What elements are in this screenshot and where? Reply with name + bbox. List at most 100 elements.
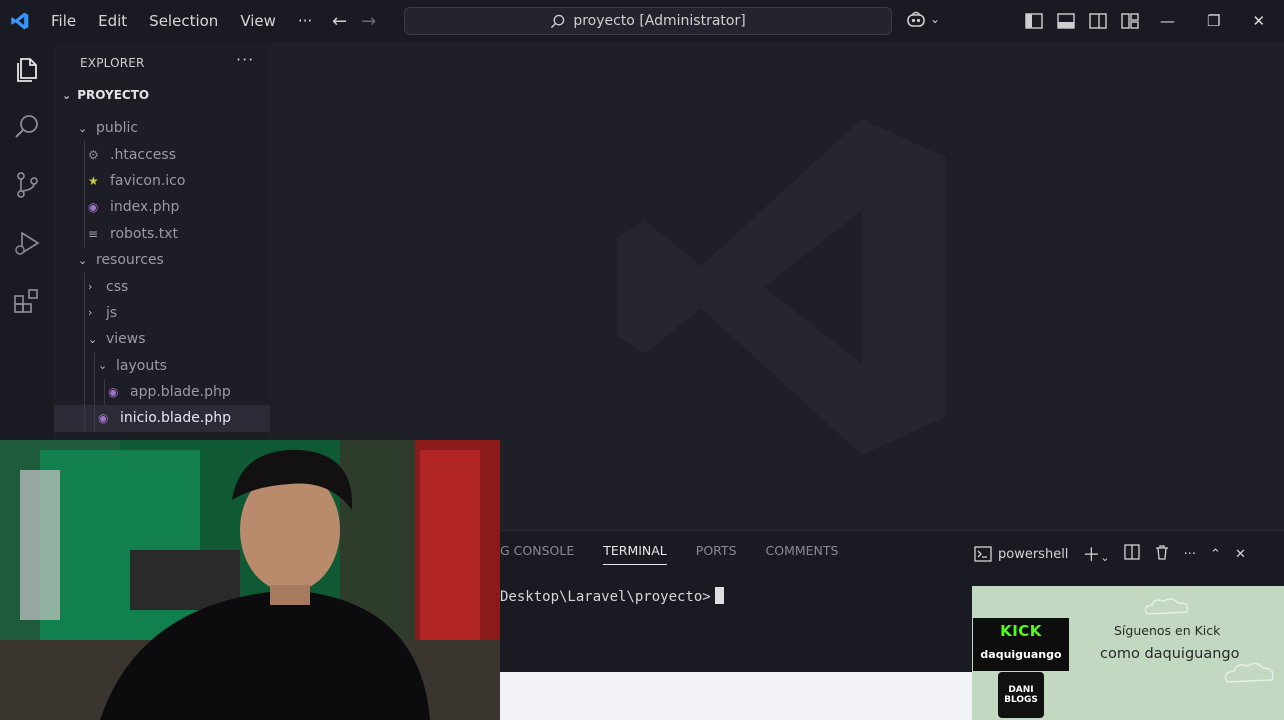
terminal-icon: [974, 546, 992, 562]
tree-item-label: resources: [96, 252, 164, 269]
text-file-icon: ≡: [88, 226, 99, 241]
activity-bar: [0, 42, 54, 442]
tree-item[interactable]: ⚙ .htaccess: [54, 141, 270, 168]
file-tree: ⌄ public ⚙ .htaccess ★ favicon.ico ◉ index.php ≡…: [54, 115, 270, 432]
menu-bar: File Edit Selection View ···: [40, 0, 323, 42]
search-icon: [551, 14, 565, 28]
extensions-icon[interactable]: [12, 286, 42, 316]
kick-follow-line2: como daquiguango: [1100, 646, 1240, 662]
kick-brand: KICK: [1000, 622, 1042, 640]
trash-icon[interactable]: [1154, 544, 1170, 564]
more-actions-icon[interactable]: ···: [1184, 547, 1196, 562]
window-controls: — ❐ ✕: [1160, 0, 1265, 42]
cloud-decoration-icon: [1224, 662, 1274, 683]
indent-guide: [104, 378, 105, 406]
menu-selection[interactable]: Selection: [138, 0, 229, 42]
indent-guide: [94, 378, 95, 406]
menu-more[interactable]: ···: [287, 0, 323, 42]
minimize-icon[interactable]: —: [1160, 12, 1175, 30]
indent-guide: [84, 141, 85, 168]
search-view-icon[interactable]: [12, 112, 42, 142]
restore-icon[interactable]: ❐: [1207, 12, 1220, 30]
customize-layout-icon[interactable]: [1120, 11, 1140, 31]
source-control-icon[interactable]: [12, 170, 42, 200]
copilot-icon: [907, 11, 925, 27]
tree-item[interactable]: › js: [54, 299, 270, 327]
menu-view[interactable]: View: [229, 0, 287, 42]
tree-item[interactable]: ◉ index.php: [54, 194, 270, 221]
tree-item[interactable]: ★ favicon.ico: [54, 167, 270, 195]
indent-guide: [84, 167, 85, 195]
chevron-right-icon: ›: [88, 306, 93, 320]
tree-item-label: js: [106, 304, 118, 321]
indent-guide: [84, 220, 85, 247]
explorer-more-button[interactable]: ···: [236, 50, 254, 69]
tree-item[interactable]: ⌄ views: [54, 326, 270, 353]
tree-item-label: public: [96, 120, 139, 137]
tree-item-label: views: [106, 331, 146, 348]
webcam-image: [0, 440, 500, 720]
terminal-shell-selector[interactable]: powershell: [974, 546, 1068, 562]
menu-file[interactable]: File: [40, 0, 87, 42]
maximize-panel-icon[interactable]: ⌃: [1210, 547, 1221, 562]
toggle-primary-sidebar-icon[interactable]: [1024, 11, 1044, 31]
php-file-icon: ◉: [98, 411, 109, 426]
menu-edit[interactable]: Edit: [87, 0, 138, 42]
kick-banner: KICK daquiguango DANI BLOGS Síguenos en …: [972, 586, 1284, 720]
kick-badge: KICK daquiguango: [973, 618, 1069, 671]
indent-guide: [84, 273, 85, 300]
tab-comments[interactable]: COMMENTS: [766, 543, 839, 565]
workspace-root[interactable]: ⌄ PROYECTO: [62, 88, 149, 102]
command-center-text: proyecto [Administrator]: [573, 13, 746, 29]
chevron-down-icon: ⌄: [78, 253, 88, 267]
terminal-actions: powershell ＋⌄ ··· ⌃ ✕: [974, 541, 1246, 567]
vscode-logo-icon[interactable]: [0, 0, 40, 42]
new-terminal-icon[interactable]: ＋⌄: [1082, 541, 1109, 567]
tree-item[interactable]: ⌄ layouts: [54, 352, 270, 379]
chevron-down-icon: ⌄: [88, 332, 98, 346]
close-window-icon[interactable]: ✕: [1252, 12, 1265, 30]
copilot-menu[interactable]: ⌄: [906, 10, 940, 28]
explorer-title: EXPLORER: [80, 56, 145, 70]
title-bar: File Edit Selection View ··· ← → proyect…: [0, 0, 1284, 42]
webcam-overlay: [0, 440, 500, 720]
chevron-right-icon: ›: [88, 280, 93, 294]
forward-arrow-icon[interactable]: →: [361, 11, 376, 32]
terminal-cursor: [714, 587, 724, 604]
tab-debug-console[interactable]: G CONSOLE: [500, 543, 574, 565]
run-debug-icon[interactable]: [12, 228, 42, 258]
terminal-output[interactable]: Desktop\Laravel\proyecto>: [500, 587, 724, 605]
chevron-down-icon: ⌄: [930, 12, 941, 26]
tree-item[interactable]: ◉ app.blade.php: [54, 378, 270, 406]
tree-item[interactable]: ⌄ public: [54, 115, 270, 141]
white-strip: [500, 672, 974, 720]
php-file-icon: ◉: [88, 200, 99, 215]
explorer-icon[interactable]: [12, 54, 42, 84]
kick-follow-line1: Síguenos en Kick: [1114, 623, 1221, 638]
tree-item[interactable]: ⌄ resources: [54, 247, 270, 273]
indent-guide: [84, 299, 85, 327]
indent-guide: [84, 194, 85, 221]
tree-item[interactable]: ◉ inicio.blade.php: [54, 405, 270, 432]
tree-item-label: .htaccess: [110, 146, 176, 163]
tree-item-label: layouts: [116, 357, 167, 374]
php-file-icon: ◉: [108, 385, 119, 400]
close-panel-icon[interactable]: ✕: [1235, 547, 1246, 562]
channel-logo: DANI BLOGS: [998, 672, 1044, 718]
tree-item[interactable]: ≡ robots.txt: [54, 220, 270, 247]
indent-guide: [94, 405, 95, 432]
tree-item-label: css: [106, 278, 129, 295]
chevron-down-icon: ⌄: [62, 88, 72, 102]
tree-item-label: favicon.ico: [110, 172, 186, 189]
terminal-prompt: Desktop\Laravel\proyecto>: [500, 589, 711, 605]
tab-terminal[interactable]: TERMINAL: [603, 543, 667, 565]
tree-item[interactable]: › css: [54, 273, 270, 300]
toggle-secondary-sidebar-icon[interactable]: [1088, 11, 1108, 31]
split-terminal-icon[interactable]: [1123, 544, 1140, 564]
cloud-decoration-icon: [1144, 598, 1189, 615]
indent-guide: [84, 326, 85, 353]
back-arrow-icon[interactable]: ←: [332, 11, 347, 32]
command-center[interactable]: proyecto [Administrator]: [404, 7, 892, 35]
tab-ports[interactable]: PORTS: [696, 543, 737, 565]
toggle-panel-icon[interactable]: [1056, 11, 1076, 31]
